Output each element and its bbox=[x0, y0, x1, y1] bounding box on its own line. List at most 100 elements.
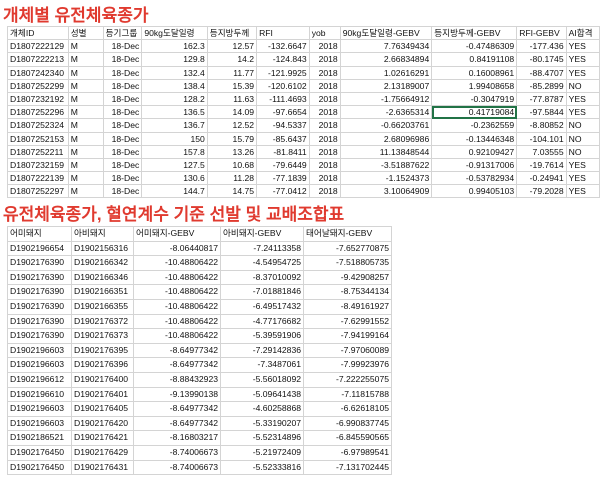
table-cell[interactable]: D1902196612 bbox=[7, 371, 72, 388]
table-cell[interactable]: -6.990837745 bbox=[303, 415, 392, 432]
table-cell[interactable]: 2018 bbox=[308, 39, 341, 54]
table-cell[interactable]: M bbox=[67, 171, 104, 186]
column-header[interactable]: RFI-GEBV bbox=[516, 25, 567, 41]
table-cell[interactable]: M bbox=[67, 118, 104, 133]
table-cell[interactable]: M bbox=[67, 78, 104, 93]
table-cell[interactable]: 2018 bbox=[308, 65, 341, 80]
table-cell[interactable]: -121.9925 bbox=[256, 65, 310, 80]
table-cell[interactable]: YES bbox=[565, 171, 600, 186]
table-cell[interactable]: -79.2028 bbox=[516, 184, 567, 199]
table-cell[interactable]: D1902176390 bbox=[7, 269, 72, 286]
table-cell[interactable]: 18-Dec bbox=[102, 184, 143, 199]
table-cell[interactable]: 7.76349434 bbox=[339, 39, 433, 54]
table-cell[interactable]: D1902196603 bbox=[7, 357, 72, 373]
table-cell[interactable]: D1902196654 bbox=[7, 240, 72, 257]
table-cell[interactable]: 136.5 bbox=[141, 105, 208, 120]
table-cell[interactable]: 2018 bbox=[308, 91, 341, 107]
column-header[interactable]: 아비돼지-GEBV bbox=[220, 226, 304, 242]
column-header[interactable]: yob bbox=[308, 25, 341, 41]
table-cell[interactable]: -6.62618105 bbox=[303, 401, 392, 417]
table-cell[interactable]: -5.09641438 bbox=[220, 386, 304, 403]
table-cell[interactable]: -8.74006673 bbox=[133, 459, 221, 476]
table-cell[interactable]: -80.1745 bbox=[516, 52, 567, 67]
table-cell[interactable]: 2018 bbox=[308, 184, 341, 199]
table-cell[interactable]: D1807222139 bbox=[7, 171, 69, 186]
table-cell[interactable]: 11.13848544 bbox=[339, 144, 433, 159]
table-cell[interactable]: -4.77176682 bbox=[220, 313, 304, 330]
table-cell[interactable]: 18-Dec bbox=[102, 78, 143, 93]
table-cell[interactable]: -132.6647 bbox=[256, 39, 310, 54]
table-cell[interactable]: 18-Dec bbox=[102, 105, 143, 120]
table-cell[interactable]: -5.21972409 bbox=[220, 444, 304, 461]
table-cell[interactable]: -2.6365314 bbox=[339, 105, 433, 120]
table-cell[interactable]: D1902196610 bbox=[7, 386, 72, 403]
table-cell[interactable]: -94.5337 bbox=[256, 118, 310, 133]
table-cell[interactable]: D1807252324 bbox=[7, 118, 69, 133]
table-cell[interactable]: 150 bbox=[141, 131, 208, 146]
table-cell[interactable]: 1.02616291 bbox=[339, 65, 433, 80]
table-cell[interactable]: -77.8787 bbox=[516, 91, 567, 107]
table-cell[interactable]: -0.2362559 bbox=[431, 118, 518, 133]
table-cell[interactable]: NO bbox=[565, 118, 600, 133]
table-cell[interactable]: D1902166342 bbox=[71, 255, 134, 271]
table-cell[interactable]: 128.2 bbox=[141, 91, 208, 107]
table-cell[interactable]: -9.42908257 bbox=[303, 269, 392, 286]
table-cell[interactable]: D1902176431 bbox=[71, 459, 134, 476]
table-cell[interactable]: D1902176405 bbox=[71, 401, 134, 417]
table-cell[interactable]: 11.63 bbox=[206, 91, 258, 107]
table-cell[interactable]: -7.99923976 bbox=[303, 357, 392, 373]
column-header[interactable]: 등기그룹 bbox=[102, 25, 143, 41]
table-cell[interactable]: 127.5 bbox=[141, 157, 208, 173]
table-cell[interactable]: 18-Dec bbox=[102, 39, 143, 54]
table-cell[interactable]: -0.91317006 bbox=[431, 157, 518, 173]
table-cell[interactable]: D1902166355 bbox=[71, 298, 134, 315]
column-header[interactable]: 90kg도달일령 bbox=[141, 25, 208, 41]
table-cell[interactable]: D1902176390 bbox=[7, 328, 72, 344]
table-cell[interactable]: -10.48806422 bbox=[133, 255, 221, 271]
table-cell[interactable]: 0.41719084 bbox=[431, 105, 518, 120]
table-cell[interactable]: 18-Dec bbox=[102, 118, 143, 133]
column-header[interactable]: 어미돼지 bbox=[7, 226, 72, 242]
table-cell[interactable]: -7.652770875 bbox=[303, 240, 392, 257]
table-cell[interactable]: 18-Dec bbox=[102, 144, 143, 159]
table-cell[interactable]: -8.37010092 bbox=[220, 269, 304, 286]
table-cell[interactable]: 0.16008961 bbox=[431, 65, 518, 80]
table-cell[interactable]: 18-Dec bbox=[102, 171, 143, 186]
table-cell[interactable]: D1902166346 bbox=[71, 269, 134, 286]
table-cell[interactable]: -8.64977342 bbox=[133, 342, 221, 359]
table-cell[interactable]: -8.64977342 bbox=[133, 401, 221, 417]
table-cell[interactable]: D1902176396 bbox=[71, 357, 134, 373]
table-cell[interactable]: M bbox=[67, 157, 104, 173]
table-cell[interactable]: -7.97060089 bbox=[303, 342, 392, 359]
table-cell[interactable]: D1807252297 bbox=[7, 184, 69, 199]
table-cell[interactable]: -10.48806422 bbox=[133, 269, 221, 286]
table-cell[interactable]: D1902176390 bbox=[7, 298, 72, 315]
table-cell[interactable]: D1902176373 bbox=[71, 328, 134, 344]
table-cell[interactable]: -8.64977342 bbox=[133, 357, 221, 373]
table-cell[interactable]: 157.8 bbox=[141, 144, 208, 159]
table-cell[interactable]: -7.3487061 bbox=[220, 357, 304, 373]
table-cell[interactable]: D1807222129 bbox=[7, 39, 69, 54]
table-cell[interactable]: -8.75344134 bbox=[303, 284, 392, 300]
table-cell[interactable]: 162.3 bbox=[141, 39, 208, 54]
table-cell[interactable]: -5.39591906 bbox=[220, 328, 304, 344]
table-cell[interactable]: 18-Dec bbox=[102, 65, 143, 80]
table-cell[interactable]: YES bbox=[565, 157, 600, 173]
table-cell[interactable]: D1807222213 bbox=[7, 52, 69, 67]
table-cell[interactable]: -7.01881846 bbox=[220, 284, 304, 300]
table-cell[interactable]: -88.4707 bbox=[516, 65, 567, 80]
table-cell[interactable]: D1902176450 bbox=[7, 459, 72, 476]
table-cell[interactable]: M bbox=[67, 65, 104, 80]
table-cell[interactable]: D1902176390 bbox=[7, 284, 72, 300]
table-cell[interactable]: -3.51887622 bbox=[339, 157, 433, 173]
table-cell[interactable]: NO bbox=[565, 131, 600, 146]
table-cell[interactable]: -8.64977342 bbox=[133, 415, 221, 432]
table-cell[interactable]: 14.09 bbox=[206, 105, 258, 120]
table-cell[interactable]: 2.13189007 bbox=[339, 78, 433, 93]
table-cell[interactable]: -1.75664912 bbox=[339, 91, 433, 107]
table-cell[interactable]: -85.2899 bbox=[516, 78, 567, 93]
table-cell[interactable]: -0.13446348 bbox=[431, 131, 518, 146]
table-cell[interactable]: -9.13990138 bbox=[133, 386, 221, 403]
table-cell[interactable]: YES bbox=[565, 65, 600, 80]
table-cell[interactable]: -0.24941 bbox=[516, 171, 567, 186]
